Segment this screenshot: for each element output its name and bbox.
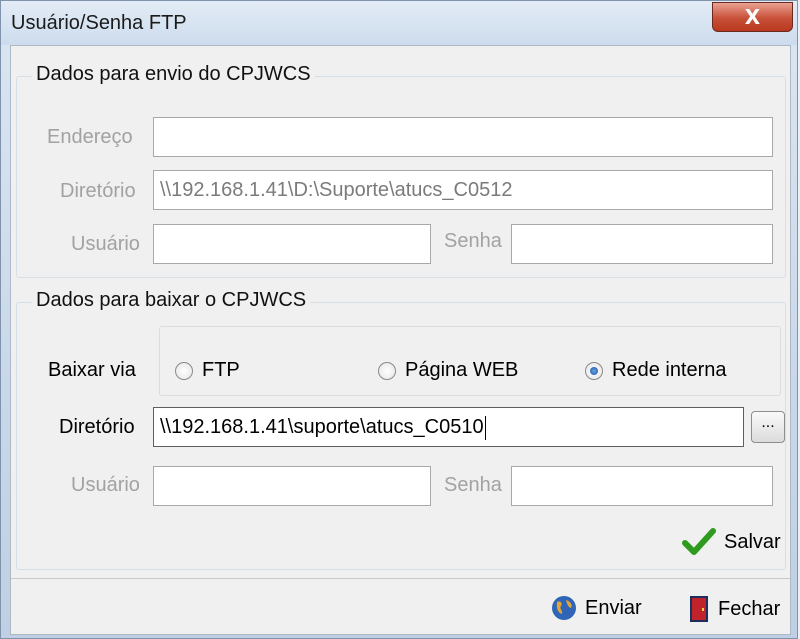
radio-ftp-circle — [175, 361, 193, 380]
close-icon: X — [744, 5, 761, 29]
close-button[interactable]: X — [712, 2, 793, 32]
send-usuario-field[interactable] — [153, 224, 431, 264]
radio-rede-interna-label: Rede interna — [612, 359, 727, 381]
download-usuario-label: Usuário — [71, 474, 140, 496]
download-via-label: Baixar via — [48, 359, 136, 381]
send-diretorio-label: Diretório — [60, 180, 136, 202]
download-group-legend: Dados para baixar o CPJWCS — [32, 289, 311, 312]
radio-pagina-web-label: Página WEB — [405, 359, 519, 381]
radio-pagina-web-circle — [378, 361, 396, 380]
radio-rede-interna[interactable]: Rede interna — [585, 359, 727, 382]
globe-icon — [552, 596, 576, 620]
download-usuario-field[interactable] — [153, 466, 431, 506]
send-endereco-label: Endereço — [47, 126, 133, 148]
fechar-label: Fechar — [718, 597, 781, 620]
send-senha-label: Senha — [444, 230, 502, 252]
enviar-label: Enviar — [585, 596, 642, 619]
salvar-button[interactable]: Salvar — [682, 527, 781, 557]
text-caret — [484, 415, 486, 440]
salvar-label: Salvar — [724, 530, 781, 553]
radio-rede-interna-circle — [585, 361, 603, 380]
checkmark-icon — [682, 528, 716, 555]
fechar-button[interactable]: Fechar — [688, 595, 780, 623]
send-diretorio-field[interactable]: \\192.168.1.41\D:\Suporte\atucs_C0512 — [153, 170, 773, 210]
browse-button[interactable]: ... — [751, 411, 785, 443]
enviar-button[interactable]: Enviar — [551, 595, 642, 621]
download-senha-label: Senha — [444, 474, 502, 496]
radio-ftp-label: FTP — [202, 359, 240, 381]
download-diretorio-field[interactable]: \\192.168.1.41\suporte\atucs_C0510 — [153, 407, 744, 447]
dialog-content: Dados para envio do CPJWCS Endereço Dire… — [10, 45, 791, 635]
send-senha-field[interactable] — [511, 224, 773, 264]
radio-ftp[interactable]: FTP — [175, 359, 240, 382]
download-diretorio-value: \\192.168.1.41\suporte\atucs_C0510 — [160, 416, 484, 438]
download-diretorio-label: Diretório — [59, 416, 135, 438]
radio-pagina-web[interactable]: Página WEB — [378, 359, 518, 382]
download-senha-field[interactable] — [511, 466, 773, 506]
title-bar[interactable]: Usuário/Senha FTP X — [1, 1, 797, 45]
send-group-legend: Dados para envio do CPJWCS — [32, 63, 315, 86]
send-usuario-label: Usuário — [71, 233, 140, 255]
dialog-window: Usuário/Senha FTP X Dados para envio do … — [0, 0, 798, 639]
door-exit-icon — [690, 596, 708, 622]
bottom-separator — [11, 578, 790, 579]
send-endereco-field[interactable] — [153, 117, 773, 157]
window-title: Usuário/Senha FTP — [11, 12, 187, 34]
